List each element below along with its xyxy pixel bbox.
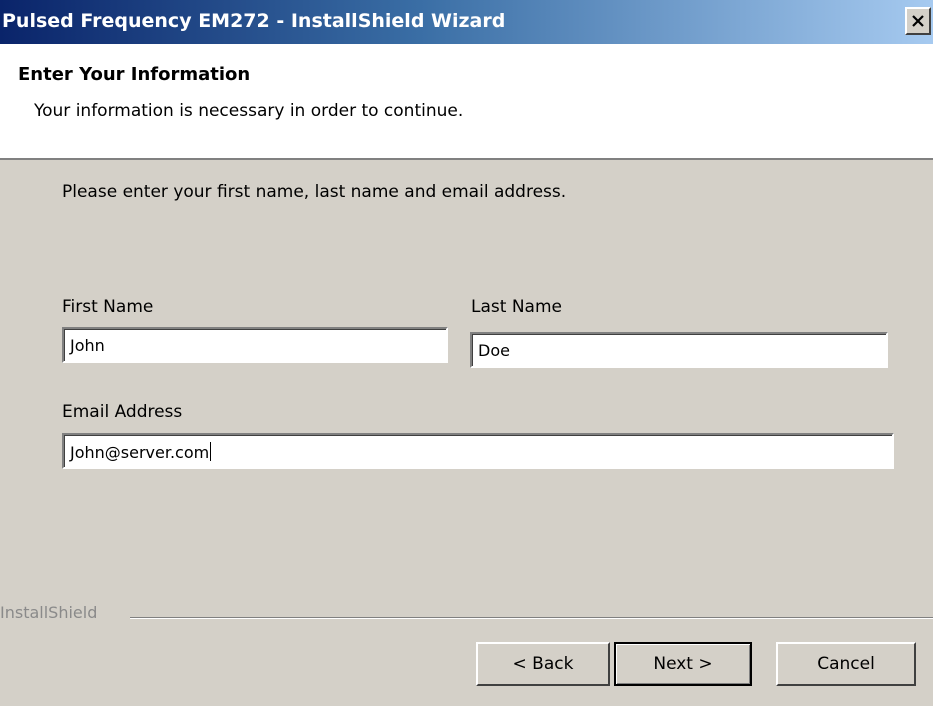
title-bar[interactable]: Pulsed Frequency EM272 - InstallShield W… [0, 0, 933, 44]
header-top-strip [0, 44, 933, 56]
installshield-brand-label: InstallShield [0, 603, 98, 622]
page-subtitle: Your information is necessary in order t… [34, 101, 464, 121]
next-button[interactable]: Next > [614, 642, 752, 686]
installshield-wizard-window: Pulsed Frequency EM272 - InstallShield W… [0, 0, 933, 706]
page-title: Enter Your Information [18, 64, 251, 85]
first-name-label: First Name [62, 297, 154, 317]
last-name-label: Last Name [471, 297, 562, 317]
email-label: Email Address [62, 402, 183, 422]
first-name-field[interactable]: John [62, 327, 448, 363]
email-field[interactable]: John@server.com [62, 433, 894, 469]
back-button[interactable]: < Back [476, 642, 610, 686]
cancel-button[interactable]: Cancel [776, 642, 916, 686]
email-value: John@server.com [70, 443, 210, 462]
instruction-text: Please enter your first name, last name … [62, 182, 567, 202]
first-name-value: John [70, 336, 105, 355]
close-icon [912, 15, 924, 27]
footer-divider [130, 617, 933, 619]
close-button[interactable] [905, 7, 931, 35]
window-title: Pulsed Frequency EM272 - InstallShield W… [2, 10, 506, 32]
text-caret [210, 442, 212, 461]
last-name-value: Doe [478, 341, 510, 360]
last-name-field[interactable]: Doe [470, 332, 888, 368]
